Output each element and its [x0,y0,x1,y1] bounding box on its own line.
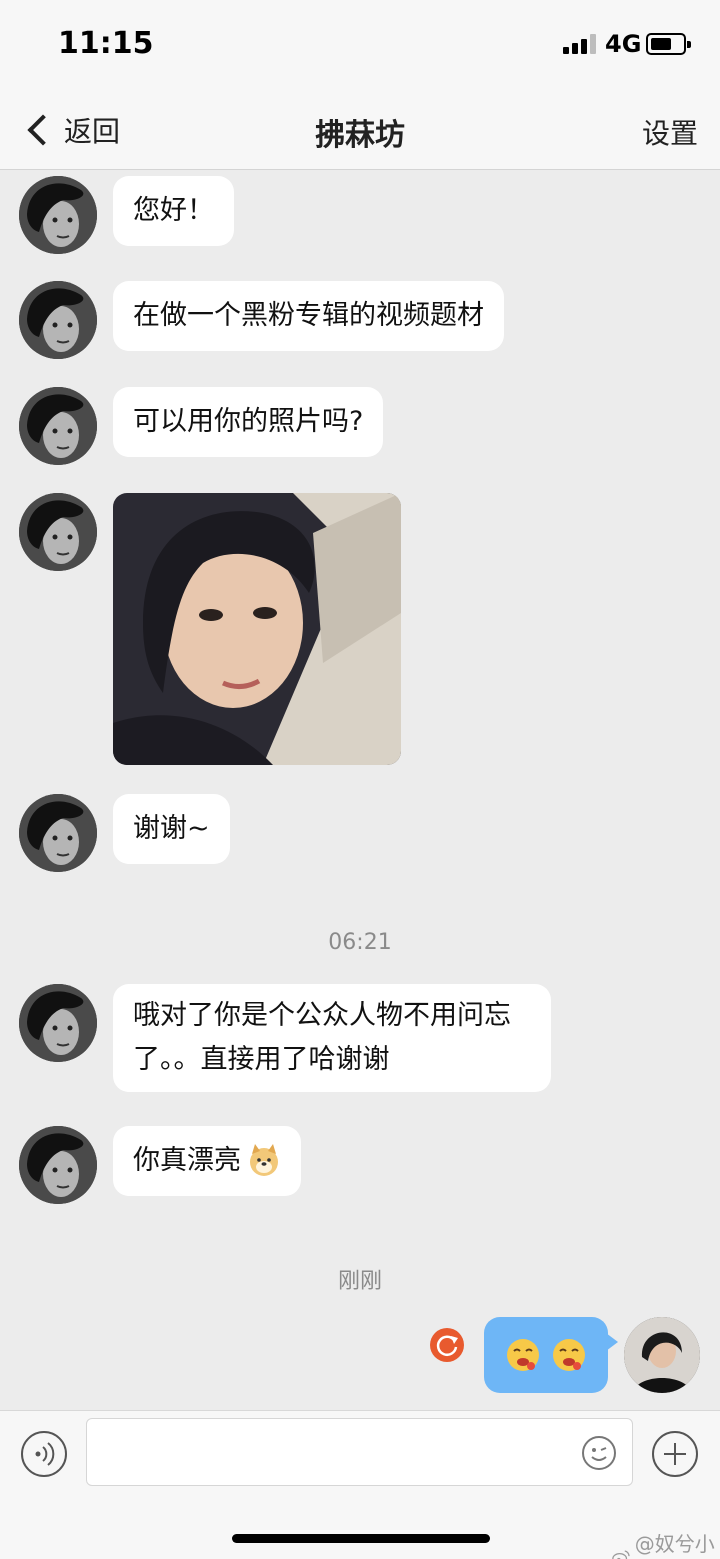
status-bar: 11:15 4G [0,0,720,90]
nav-bar: 返回 拂菻坊 设置 [0,90,720,170]
my-avatar[interactable] [624,1317,700,1393]
weibo-icon [612,1550,630,1559]
voice-input-button[interactable] [21,1431,67,1477]
settings-button[interactable]: 设置 [642,112,698,152]
chat-list[interactable]: 您好！ 在做一个黑粉专辑的视频题材 可以用你的照片吗? 谢谢~ 06:21 哦对… [0,171,720,1410]
message-bubble[interactable]: 在做一个黑粉专辑的视频题材 [113,281,504,351]
message-bubble[interactable]: 哦对了你是个公众人物不用问忘了。。直接用了哈谢谢 [113,984,551,1092]
smiley-icon [591,1447,607,1461]
signal-icon [563,34,599,54]
message-bubble[interactable]: 你真漂亮 [113,1126,301,1196]
message-text: 你真漂亮 [133,1145,241,1176]
outgoing-message-bubble[interactable] [484,1317,618,1393]
contact-avatar[interactable] [19,1126,97,1204]
message-bubble[interactable]: 谢谢~ [113,794,230,864]
message-bubble[interactable]: 可以用你的照片吗? [113,387,384,457]
contact-avatar[interactable] [19,281,97,359]
contact-avatar[interactable] [19,984,97,1062]
status-time: 11:15 [58,26,154,61]
contact-avatar[interactable] [19,493,97,571]
message-bubble[interactable]: 您好！ [113,176,234,246]
message-input[interactable] [86,1418,633,1486]
input-bar: @奴兮小姐 [0,1410,720,1559]
voice-icon [35,1442,55,1466]
watermark: @奴兮小姐 [612,1528,720,1559]
photo-message[interactable] [113,493,401,765]
contact-avatar[interactable] [19,387,97,465]
doge-emoji-icon [250,1144,278,1176]
chat-title: 拂菻坊 [315,118,405,153]
drooling-emoji-icon [553,1339,585,1371]
watermark-text: @奴兮小姐 [634,1532,715,1556]
home-indicator [232,1534,490,1543]
emoji-button[interactable] [582,1436,616,1470]
network-type: 4G [605,30,642,58]
resend-icon[interactable] [430,1328,464,1362]
contact-avatar[interactable] [19,794,97,872]
add-attachment-button[interactable] [652,1431,698,1477]
drooling-emoji-icon [507,1339,539,1371]
timestamp: 06:21 [328,930,392,955]
battery-icon [646,33,691,55]
contact-avatar[interactable] [19,176,97,254]
timestamp: 刚刚 [337,1269,382,1294]
